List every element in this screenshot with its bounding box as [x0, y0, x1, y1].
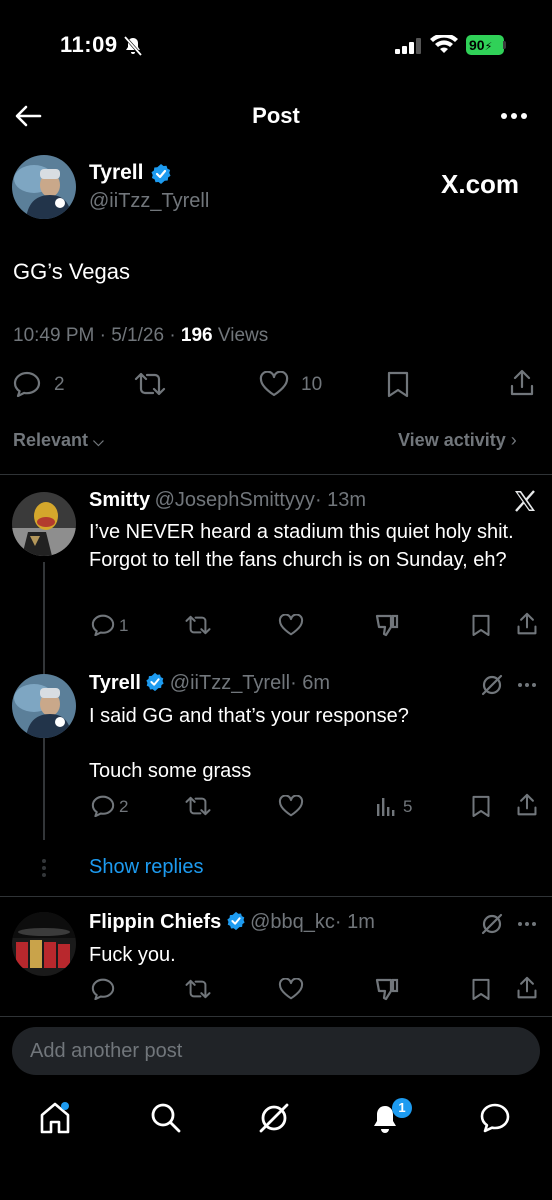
reply-count: 1	[119, 616, 129, 635]
author-handle[interactable]: @bbq_kc	[250, 911, 335, 933]
views-count: 196	[180, 325, 213, 346]
status-time: 11:09	[60, 32, 118, 57]
author-name[interactable]: Tyrell	[89, 672, 141, 694]
reply-header: Flippin Chiefs @bbq_kc· 1m	[89, 911, 375, 934]
avatar[interactable]	[12, 912, 76, 976]
repost-icon[interactable]	[184, 795, 212, 817]
avatar[interactable]	[12, 492, 76, 556]
bookmark-icon[interactable]	[471, 977, 491, 1001]
like-icon[interactable]	[259, 371, 289, 397]
page-title: Post	[252, 103, 300, 128]
battery-indicator: 90⚡	[466, 35, 504, 55]
repost-icon[interactable]	[184, 614, 212, 636]
reply-icon[interactable]	[91, 978, 115, 1000]
reply-header: Smitty @JosephSmittyyy· 13m	[89, 489, 366, 512]
battery-tip	[503, 41, 506, 49]
post-meta: 10:49 PM · 5/1/26 · 196 Views	[13, 325, 268, 347]
grok-icon[interactable]	[480, 912, 504, 936]
avatar[interactable]	[12, 674, 76, 738]
like-icon[interactable]	[278, 978, 304, 1000]
share-icon[interactable]	[516, 793, 538, 817]
verified-icon	[146, 672, 164, 692]
author-name[interactable]: Tyrell	[89, 161, 143, 185]
views-count: 5	[403, 797, 413, 816]
verified-icon	[227, 911, 245, 931]
show-replies-link[interactable]: Show replies	[89, 856, 204, 879]
share-icon[interactable]	[509, 369, 535, 397]
reply-text: Touch some grass	[89, 760, 252, 782]
grok-icon[interactable]	[258, 1102, 290, 1134]
notifications-badge: 1	[392, 1098, 412, 1118]
reply-count: 2	[119, 797, 129, 816]
like-count: 10	[301, 374, 323, 395]
views-label: Views	[212, 325, 269, 346]
like-icon[interactable]	[278, 795, 304, 817]
reply-time: · 6m	[290, 672, 331, 694]
repost-icon[interactable]	[133, 371, 167, 397]
reply-text: Fuck you.	[89, 944, 176, 966]
more-icon[interactable]	[500, 112, 528, 120]
reply-composer-input[interactable]: Add another post	[12, 1027, 540, 1075]
reply-count: 2	[54, 374, 65, 395]
avatar[interactable]	[12, 155, 76, 219]
views-icon[interactable]	[376, 796, 398, 816]
reply-icon[interactable]	[91, 795, 115, 817]
source-label: X.com	[441, 169, 520, 199]
verified-icon	[151, 164, 171, 184]
author-handle[interactable]: @iiTzz_Tyrell	[89, 190, 209, 213]
view-activity-link[interactable]: View activity ›	[398, 430, 517, 451]
reply-icon[interactable]	[13, 371, 41, 397]
home-icon[interactable]	[38, 1101, 72, 1135]
reply-time: · 13m	[314, 489, 367, 511]
post-timestamp: 10:49 PM · 5/1/26 ·	[13, 325, 181, 346]
author-name[interactable]: Flippin Chiefs	[89, 911, 221, 933]
author-handle[interactable]: @iiTzz_Tyrell	[170, 672, 290, 694]
dislike-icon[interactable]	[374, 977, 400, 1001]
sort-dropdown[interactable]: Relevant ⌵	[13, 430, 104, 451]
share-icon[interactable]	[516, 612, 538, 636]
reply-text: I’ve NEVER heard a stadium this quiet ho…	[89, 521, 514, 571]
x-logo-icon	[515, 490, 535, 512]
reply-icon[interactable]	[91, 614, 115, 636]
more-icon[interactable]	[517, 682, 537, 688]
bookmark-icon[interactable]	[471, 613, 491, 637]
share-icon[interactable]	[516, 976, 538, 1000]
bookmark-icon[interactable]	[386, 370, 410, 398]
divider	[0, 896, 552, 897]
author-handle[interactable]: @JosephSmittyyy	[155, 489, 315, 511]
bookmark-icon[interactable]	[471, 794, 491, 818]
grok-icon[interactable]	[480, 673, 504, 697]
repost-icon[interactable]	[184, 978, 212, 1000]
reply-time: · 1m	[334, 911, 375, 933]
like-icon[interactable]	[278, 614, 304, 636]
signal-icon	[395, 38, 421, 54]
divider	[0, 1016, 552, 1017]
reply-text: I said GG and that’s your response?	[89, 705, 409, 727]
search-icon[interactable]	[150, 1102, 182, 1134]
bell-off-icon	[123, 36, 143, 56]
messages-icon[interactable]	[479, 1102, 511, 1134]
divider	[0, 474, 552, 475]
more-icon[interactable]	[517, 921, 537, 927]
author-name[interactable]: Smitty	[89, 489, 150, 511]
reply-header: Tyrell @iiTzz_Tyrell· 6m	[89, 672, 330, 695]
post-text: GG’s Vegas	[13, 259, 130, 284]
dislike-icon[interactable]	[374, 613, 400, 637]
thread-dots-icon	[42, 859, 46, 877]
wifi-icon	[430, 35, 458, 53]
